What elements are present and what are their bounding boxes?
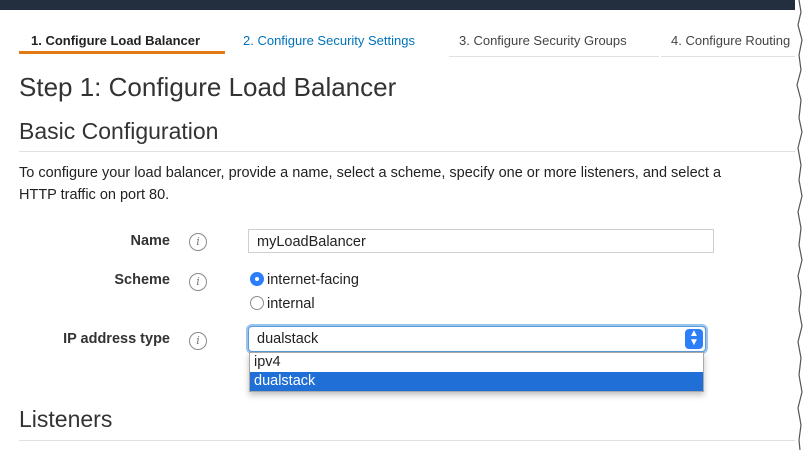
tab-configure-security-settings[interactable]: 2. Configure Security Settings — [243, 28, 437, 56]
select-arrows-icon[interactable]: ▲ ▼ — [685, 329, 703, 349]
name-input[interactable]: myLoadBalancer — [248, 229, 714, 253]
name-label: Name — [130, 233, 171, 249]
info-icon[interactable]: i — [189, 233, 207, 251]
section-divider — [19, 151, 795, 152]
listeners-divider — [19, 440, 795, 441]
ip-address-type-select[interactable]: dualstack ▲ ▼ — [248, 326, 706, 352]
info-icon[interactable]: i — [189, 273, 207, 291]
wizard-tabs: 1. Configure Load Balancer 2. Configure … — [19, 28, 805, 58]
listeners-title: Listeners — [19, 406, 113, 432]
section-title: Basic Configuration — [19, 118, 219, 144]
scheme-option-label: internet-facing — [267, 272, 359, 288]
scheme-option-label: internal — [267, 296, 315, 312]
radio-unchecked-icon[interactable] — [250, 296, 264, 310]
top-nav-bar — [0, 0, 795, 10]
page-title: Step 1: Configure Load Balancer — [19, 72, 397, 102]
torn-edge-decoration — [795, 0, 810, 450]
radio-checked-icon[interactable] — [250, 272, 264, 286]
description-line-1: To configure your load balancer, provide… — [19, 165, 722, 181]
dropdown-option-dualstack[interactable]: dualstack — [250, 372, 703, 391]
description-line-2: HTTP traffic on port 80. — [19, 187, 170, 203]
select-value: dualstack — [257, 331, 319, 347]
info-icon[interactable]: i — [189, 332, 207, 350]
scheme-option-internet-facing[interactable]: internet-facing — [250, 272, 359, 288]
scheme-option-internal[interactable]: internal — [250, 296, 315, 312]
tab-configure-load-balancer[interactable]: 1. Configure Load Balancer — [19, 28, 225, 54]
ip-address-type-dropdown: ipv4 dualstack — [249, 352, 704, 392]
dropdown-option-ipv4[interactable]: ipv4 — [250, 353, 703, 372]
ip-address-type-label: IP address type — [63, 331, 170, 347]
scheme-label: Scheme — [114, 272, 170, 288]
tab-configure-security-groups[interactable]: 3. Configure Security Groups — [449, 28, 659, 57]
tab-configure-routing[interactable]: 4. Configure Routing — [661, 28, 805, 57]
section-description: To configure your load balancer, provide… — [19, 162, 795, 206]
